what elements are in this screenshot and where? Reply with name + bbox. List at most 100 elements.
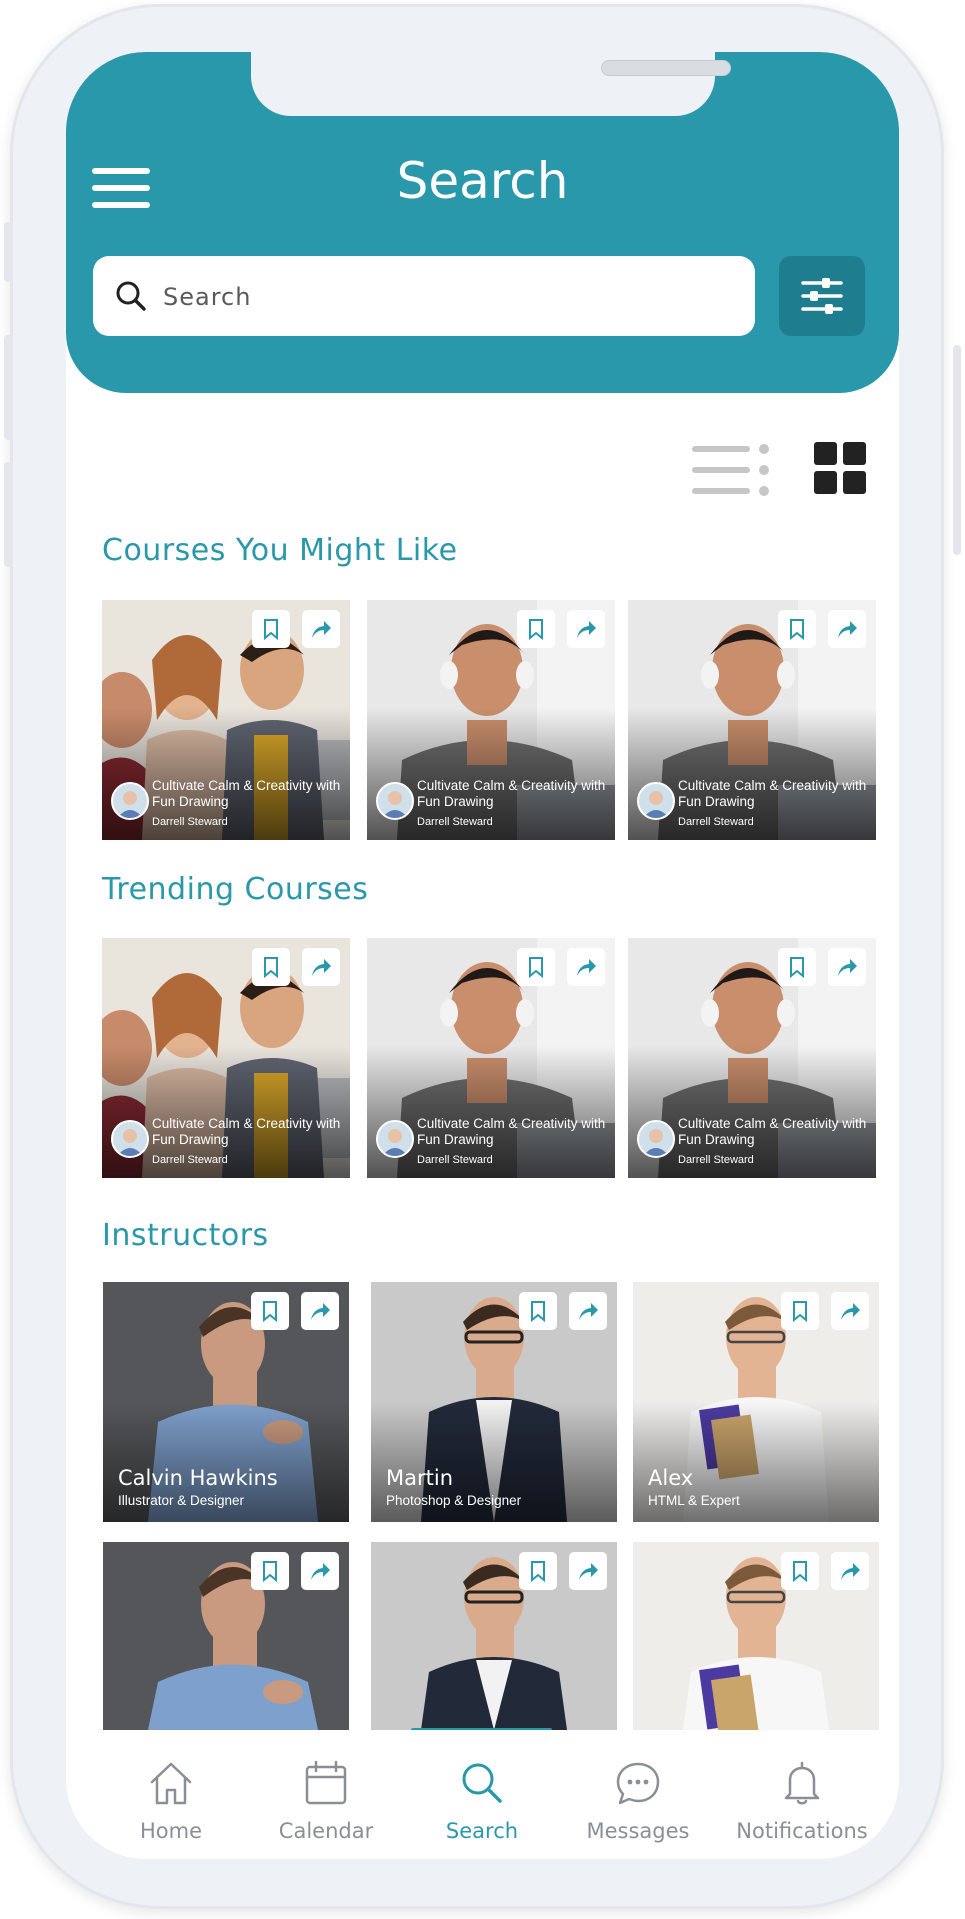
share-button[interactable] [567, 610, 605, 648]
share-icon [841, 1563, 860, 1580]
course-author: Darrell Steward [678, 1154, 754, 1166]
course-card[interactable]: Cultivate Calm & Creativity with Fun Dra… [102, 600, 350, 840]
instructor-role: HTML & Expert [648, 1493, 740, 1508]
course-author: Darrell Steward [417, 1154, 493, 1166]
course-title: Cultivate Calm & Creativity with Fun Dra… [678, 1116, 867, 1147]
share-icon [838, 621, 857, 638]
share-icon [579, 1303, 598, 1320]
share-icon [311, 1563, 330, 1580]
bookmark-button[interactable] [781, 1292, 819, 1330]
tab-label: Notifications [736, 1819, 868, 1843]
share-icon [841, 1303, 860, 1320]
instructor-card[interactable]: Martin Photoshop & Designer [371, 1282, 617, 1522]
side-button [953, 345, 961, 555]
speaker [601, 60, 731, 76]
tab-messages[interactable]: Messages [563, 1760, 713, 1843]
bottom-tab-bar: Home Calendar Search Messages Notificati… [66, 1730, 899, 1859]
bookmark-icon [793, 1561, 807, 1582]
bookmark-icon [529, 619, 543, 640]
bookmark-button[interactable] [252, 948, 290, 986]
sliders-icon [801, 278, 843, 314]
bookmark-icon [793, 1301, 807, 1322]
course-author: Darrell Steward [678, 816, 754, 828]
author-avatar [111, 782, 149, 820]
author-avatar [637, 782, 675, 820]
bookmark-button[interactable] [251, 1292, 289, 1330]
tab-search[interactable]: Search [407, 1760, 557, 1843]
share-button[interactable] [301, 1292, 339, 1330]
instructor-card[interactable]: Alex HTML & Expert [633, 1282, 879, 1522]
tab-label: Messages [586, 1819, 690, 1843]
instructor-card[interactable]: Calvin Hawkins Illustrator & Designer [103, 1282, 349, 1522]
tab-label: Home [139, 1819, 202, 1843]
section-title-courses: Courses You Might Like [102, 533, 458, 568]
bookmark-icon [263, 1561, 277, 1582]
course-author: Darrell Steward [417, 816, 493, 828]
share-icon [577, 621, 596, 638]
search-icon [116, 281, 146, 311]
instructor-card[interactable] [633, 1542, 879, 1730]
bookmark-icon [790, 619, 804, 640]
course-card[interactable]: Cultivate Calm & Creativity with Fun Dra… [367, 600, 615, 840]
instructor-name: Calvin Hawkins [118, 1466, 278, 1490]
bookmark-button[interactable] [519, 1292, 557, 1330]
share-button[interactable] [302, 948, 340, 986]
course-title: Cultivate Calm & Creativity with Fun Dra… [417, 778, 606, 809]
share-button[interactable] [831, 1292, 869, 1330]
bookmark-button[interactable] [251, 1552, 289, 1590]
list-view-icon[interactable] [692, 442, 774, 498]
author-avatar [376, 782, 414, 820]
app-screen: Search Courses You Might [66, 52, 899, 1859]
side-button [4, 335, 12, 440]
bookmark-icon [264, 619, 278, 640]
bookmark-button[interactable] [781, 1552, 819, 1590]
instructor-role: Illustrator & Designer [118, 1493, 245, 1508]
search-input[interactable] [161, 276, 725, 318]
share-button[interactable] [567, 948, 605, 986]
course-card[interactable]: Cultivate Calm & Creativity with Fun Dra… [367, 938, 615, 1178]
share-button[interactable] [569, 1292, 607, 1330]
course-author: Darrell Steward [152, 1154, 228, 1166]
author-avatar [111, 1120, 149, 1158]
search-bar[interactable] [93, 256, 755, 336]
share-button[interactable] [302, 610, 340, 648]
bookmark-icon [531, 1561, 545, 1582]
header: Search [66, 52, 899, 393]
course-card[interactable]: Cultivate Calm & Creativity with Fun Dra… [628, 938, 876, 1178]
bookmark-icon [790, 957, 804, 978]
chat-icon [616, 1762, 660, 1805]
bookmark-button[interactable] [252, 610, 290, 648]
course-title: Cultivate Calm & Creativity with Fun Dra… [678, 778, 867, 809]
share-button[interactable] [828, 948, 866, 986]
bookmark-icon [529, 957, 543, 978]
instructor-name: Martin [386, 1466, 453, 1490]
instructor-card[interactable] [371, 1542, 617, 1730]
filter-button[interactable] [779, 256, 865, 336]
instructor-card[interactable] [103, 1542, 349, 1730]
bookmark-button[interactable] [519, 1552, 557, 1590]
bookmark-button[interactable] [778, 948, 816, 986]
bookmark-button[interactable] [517, 948, 555, 986]
tab-notifications[interactable]: Notifications [712, 1760, 892, 1843]
tab-calendar[interactable]: Calendar [251, 1760, 401, 1843]
share-icon [312, 959, 331, 976]
share-button[interactable] [569, 1552, 607, 1590]
tab-home[interactable]: Home [96, 1760, 246, 1843]
side-button [4, 462, 12, 567]
share-icon [311, 1303, 330, 1320]
calendar-icon [305, 1760, 347, 1805]
bookmark-button[interactable] [517, 610, 555, 648]
bookmark-icon [263, 1301, 277, 1322]
share-button[interactable] [828, 610, 866, 648]
course-card[interactable]: Cultivate Calm & Creativity with Fun Dra… [102, 938, 350, 1178]
page-title: Search [396, 152, 569, 210]
share-button[interactable] [301, 1552, 339, 1590]
bookmark-button[interactable] [778, 610, 816, 648]
grid-view-icon[interactable] [814, 442, 866, 494]
share-icon [312, 621, 331, 638]
course-author: Darrell Steward [152, 816, 228, 828]
course-title: Cultivate Calm & Creativity with Fun Dra… [152, 778, 341, 809]
course-card[interactable]: Cultivate Calm & Creativity with Fun Dra… [628, 600, 876, 840]
share-icon [577, 959, 596, 976]
share-button[interactable] [831, 1552, 869, 1590]
